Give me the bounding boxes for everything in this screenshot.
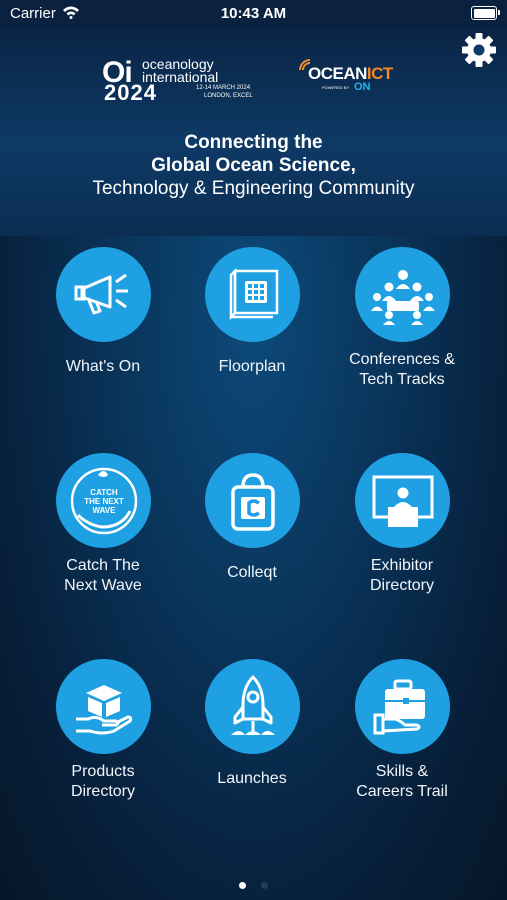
- tagline-line-2: Global Ocean Science,: [151, 155, 356, 176]
- tile-colleqt-circle[interactable]: [205, 453, 300, 548]
- tile-floorplan-circle[interactable]: [205, 247, 300, 342]
- tile-whats-on-circle[interactable]: [56, 247, 151, 342]
- floorplan-icon: [229, 267, 278, 320]
- tile-floorplan[interactable]: Floorplan: [177, 247, 327, 427]
- tagline-line-3: Technology & Engineering Community: [92, 178, 415, 199]
- tile-catch-next-wave[interactable]: CATCH THE NEXT WAVE Catch The Next Wave: [28, 453, 178, 633]
- rocket-icon: [230, 675, 275, 735]
- powered-by-label: POWERED BY: [322, 85, 350, 90]
- tile-conferences[interactable]: Conferences & Tech Tracks: [327, 247, 477, 427]
- oi-location: LONDON, EXCEL: [204, 93, 253, 99]
- on-brand-label: ON: [354, 81, 371, 93]
- products-icon: [75, 684, 132, 734]
- clock: 10:43 AM: [220, 5, 287, 22]
- page-indicator[interactable]: [0, 876, 507, 894]
- tile-launches-label: Launches: [217, 770, 287, 787]
- tile-conferences-label: Conferences & Tech Tracks: [349, 351, 455, 388]
- conference-icon: [370, 269, 435, 325]
- megaphone-icon: [74, 273, 128, 314]
- ocean-ict-wordmark: OCEANICT: [308, 64, 393, 83]
- tile-floorplan-label: Floorplan: [218, 358, 286, 375]
- page-dot-1[interactable]: [239, 882, 247, 889]
- svg-text:CATCH: CATCH: [90, 488, 118, 497]
- colleqt-icon: [230, 472, 275, 531]
- tile-exhibitor-directory-circle[interactable]: [355, 453, 450, 548]
- tile-catch-next-wave-circle[interactable]: CATCH THE NEXT WAVE: [56, 453, 151, 548]
- oceanology-international-logo: Oi 2024 oceanology international 12-14 M…: [102, 56, 262, 105]
- tile-products-directory[interactable]: Products Directory: [28, 659, 178, 839]
- oi-dates: 12-14 MARCH 2024: [196, 85, 251, 91]
- tile-whats-on[interactable]: What's On: [28, 247, 178, 427]
- tagline-line-1: Connecting the: [184, 132, 323, 153]
- tile-colleqt-label: Colleqt: [227, 564, 277, 581]
- tile-exhibitor-directory[interactable]: Exhibitor Directory: [327, 453, 477, 633]
- svg-text:THE NEXT: THE NEXT: [84, 497, 124, 506]
- ocean-ict-logo: OCEANICT POWERED BY ON: [296, 56, 416, 100]
- tile-colleqt[interactable]: Colleqt: [177, 453, 327, 633]
- briefcase-icon: [373, 679, 425, 734]
- tile-conferences-circle[interactable]: [355, 247, 450, 342]
- page-dot-2[interactable]: [260, 882, 268, 889]
- header-banner: Oi 2024 oceanology international 12-14 M…: [0, 28, 507, 236]
- gear-icon[interactable]: [461, 32, 497, 68]
- tile-launches[interactable]: Launches: [177, 659, 327, 839]
- tile-skills-careers-circle[interactable]: [355, 659, 450, 754]
- svg-text:WAVE: WAVE: [92, 506, 116, 515]
- catch-next-wave-icon: CATCH THE NEXT WAVE: [70, 467, 137, 534]
- oi-name-line2: international: [142, 69, 219, 85]
- tile-skills-careers[interactable]: Skills & Careers Trail: [327, 659, 477, 839]
- tile-exhibitor-directory-label: Exhibitor Directory: [369, 557, 434, 594]
- tile-catch-next-wave-label: Catch The Next Wave: [64, 557, 142, 594]
- tile-products-directory-label: Products Directory: [70, 763, 135, 800]
- battery-icon: [471, 6, 500, 20]
- exhibitor-icon: [372, 475, 433, 527]
- tile-products-directory-circle[interactable]: [56, 659, 151, 754]
- status-bar: Carrier 10:43 AM: [0, 0, 507, 28]
- tile-whats-on-label: What's On: [65, 358, 141, 375]
- tile-launches-circle[interactable]: [205, 659, 300, 754]
- tile-skills-careers-label: Skills & Careers Trail: [356, 763, 448, 800]
